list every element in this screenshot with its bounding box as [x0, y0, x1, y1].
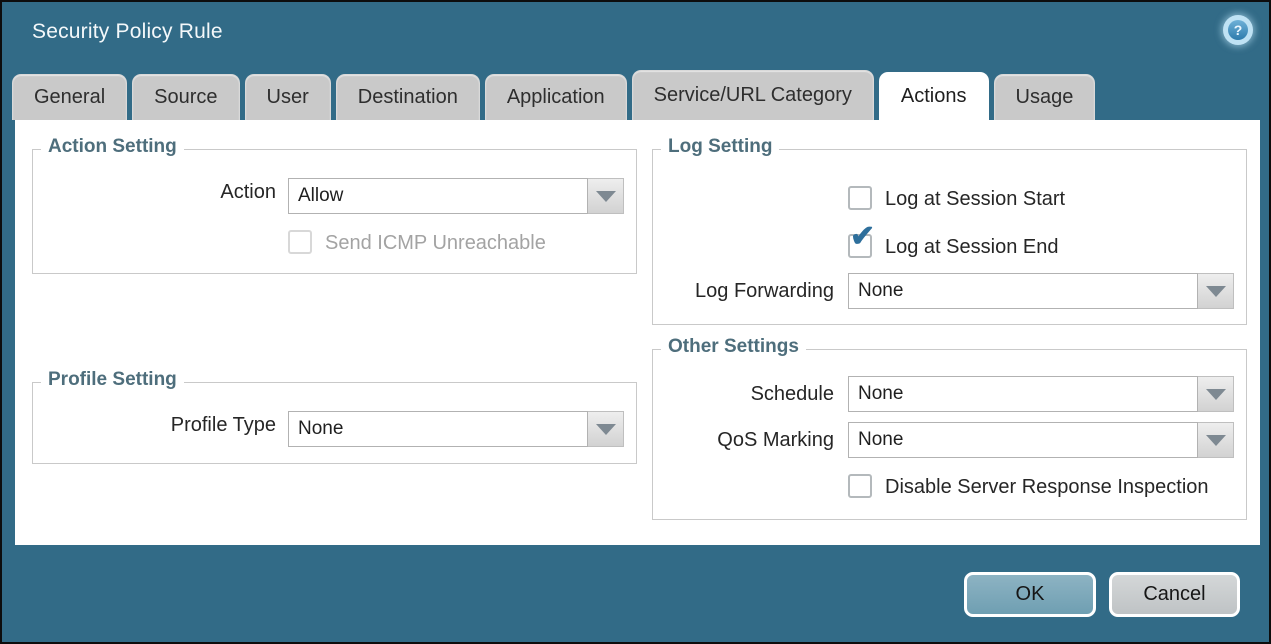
disable-server-response-inspection-label[interactable]: Disable Server Response Inspection: [885, 476, 1209, 499]
log-at-session-end-checkbox[interactable]: ✔: [848, 234, 872, 258]
profile-setting-group: Profile Setting Profile Type None: [32, 382, 637, 464]
action-dropdown: Allow: [288, 178, 624, 214]
chevron-down-icon: [1206, 286, 1226, 297]
profile-type-dropdown: None: [288, 411, 624, 447]
security-policy-rule-dialog: Security Policy Rule ? General Source Us…: [0, 0, 1271, 644]
log-at-session-end-label[interactable]: Log at Session End: [885, 236, 1058, 259]
action-setting-group: Action Setting Action Allow Send ICMP Un…: [32, 149, 637, 274]
log-forwarding-label: Log Forwarding: [695, 280, 834, 303]
log-at-session-start-checkbox[interactable]: [848, 186, 872, 210]
profile-type-dropdown-button[interactable]: [588, 411, 624, 447]
qos-marking-dropdown-button[interactable]: [1198, 422, 1234, 458]
log-setting-legend: Log Setting: [661, 136, 779, 158]
schedule-dropdown-button[interactable]: [1198, 376, 1234, 412]
cancel-button[interactable]: Cancel: [1109, 572, 1240, 617]
help-icon: ?: [1228, 20, 1248, 40]
log-setting-group: Log Setting Log at Session Start ✔ Log a…: [652, 149, 1247, 325]
action-label: Action: [220, 181, 276, 204]
tab-usage[interactable]: Usage: [994, 74, 1096, 120]
chevron-down-icon: [1206, 389, 1226, 400]
schedule-dropdown-value[interactable]: None: [848, 376, 1198, 412]
action-dropdown-value[interactable]: Allow: [288, 178, 588, 214]
qos-marking-dropdown: None: [848, 422, 1234, 458]
tab-destination[interactable]: Destination: [336, 74, 480, 120]
chevron-down-icon: [596, 424, 616, 435]
log-forwarding-dropdown: None: [848, 273, 1234, 309]
profile-type-label: Profile Type: [171, 414, 276, 437]
chevron-down-icon: [1206, 435, 1226, 446]
chevron-down-icon: [596, 191, 616, 202]
schedule-label: Schedule: [751, 383, 834, 406]
tab-actions[interactable]: Actions: [879, 72, 989, 120]
disable-server-response-inspection-checkbox[interactable]: [848, 474, 872, 498]
qos-marking-dropdown-value[interactable]: None: [848, 422, 1198, 458]
tab-source[interactable]: Source: [132, 74, 239, 120]
tab-general[interactable]: General: [12, 74, 127, 120]
schedule-dropdown: None: [848, 376, 1234, 412]
action-dropdown-button[interactable]: [588, 178, 624, 214]
tab-application[interactable]: Application: [485, 74, 627, 120]
tab-service-url-category[interactable]: Service/URL Category: [632, 70, 874, 120]
other-settings-legend: Other Settings: [661, 336, 806, 358]
profile-setting-legend: Profile Setting: [41, 369, 184, 391]
qos-marking-label: QoS Marking: [717, 429, 834, 452]
log-forwarding-dropdown-button[interactable]: [1198, 273, 1234, 309]
action-setting-legend: Action Setting: [41, 136, 184, 158]
checkmark-icon: ✔: [850, 222, 875, 252]
dialog-title: Security Policy Rule: [32, 20, 223, 44]
tab-user[interactable]: User: [245, 74, 331, 120]
ok-button[interactable]: OK: [964, 572, 1096, 617]
profile-type-dropdown-value[interactable]: None: [288, 411, 588, 447]
send-icmp-unreachable-label: Send ICMP Unreachable: [325, 232, 546, 255]
other-settings-group: Other Settings Schedule None QoS Marking…: [652, 349, 1247, 520]
actions-tab-panel: Action Setting Action Allow Send ICMP Un…: [15, 120, 1260, 545]
help-button[interactable]: ?: [1223, 15, 1253, 45]
tab-bar: General Source User Destination Applicat…: [12, 70, 1095, 120]
log-at-session-start-label[interactable]: Log at Session Start: [885, 188, 1065, 211]
send-icmp-unreachable-checkbox: [288, 230, 312, 254]
log-forwarding-dropdown-value[interactable]: None: [848, 273, 1198, 309]
